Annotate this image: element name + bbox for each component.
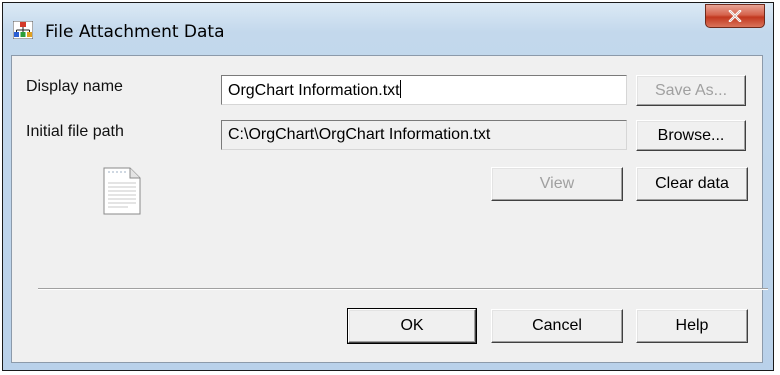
display-name-label: Display name bbox=[26, 78, 123, 95]
close-button[interactable] bbox=[705, 4, 765, 28]
ok-button[interactable]: OK bbox=[347, 308, 477, 344]
help-button[interactable]: Help bbox=[636, 309, 748, 343]
view-button[interactable]: View bbox=[491, 167, 623, 201]
browse-button[interactable]: Browse... bbox=[636, 120, 746, 151]
title-bar[interactable]: File Attachment Data bbox=[3, 3, 773, 53]
dialog-body: Display name OrgChart Information.txt Sa… bbox=[11, 55, 768, 363]
dialog-window: File Attachment Data Display name OrgCha… bbox=[2, 2, 774, 371]
text-caret bbox=[399, 80, 401, 98]
initial-file-path-label: Initial file path bbox=[26, 123, 124, 140]
orgchart-app-icon bbox=[13, 21, 33, 39]
clear-data-button[interactable]: Clear data bbox=[636, 167, 748, 201]
cancel-button[interactable]: Cancel bbox=[491, 309, 623, 343]
separator-line bbox=[38, 288, 768, 290]
initial-file-path-field[interactable]: C:\OrgChart\OrgChart Information.txt bbox=[221, 120, 627, 150]
window-title: File Attachment Data bbox=[45, 22, 225, 42]
text-document-icon bbox=[103, 167, 141, 215]
display-name-value: OrgChart Information.txt bbox=[228, 82, 400, 99]
close-icon bbox=[728, 10, 742, 22]
display-name-field[interactable]: OrgChart Information.txt bbox=[221, 75, 627, 105]
save-as-button[interactable]: Save As... bbox=[636, 75, 746, 106]
